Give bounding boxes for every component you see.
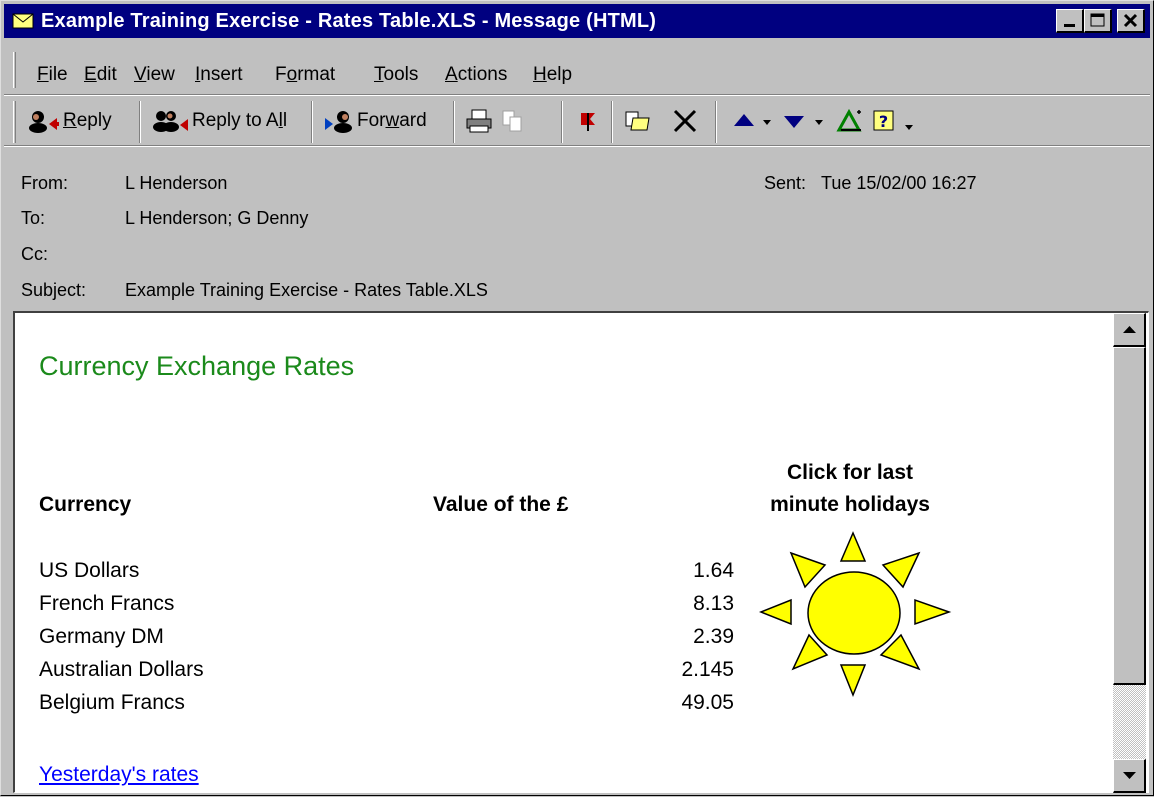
menu-view[interactable]: View — [134, 64, 175, 86]
currency-value: 1.64 — [693, 559, 734, 582]
chevron-down-icon — [905, 125, 913, 130]
toolbar-separator — [453, 101, 455, 143]
currency-column-header: Currency — [39, 493, 132, 516]
currency-name: Germany DM — [39, 625, 164, 648]
scroll-up-arrow-icon — [1123, 326, 1136, 333]
toolbar-header-divider — [4, 145, 1150, 147]
to-label: To: — [21, 208, 46, 228]
menu-toolbar-divider — [4, 94, 1150, 96]
flag-button[interactable] — [577, 102, 599, 140]
toolbar-options-dropdown[interactable] — [903, 102, 915, 140]
sent-label: Sent: — [764, 173, 807, 193]
scroll-up-button[interactable] — [1113, 313, 1146, 347]
currency-name: French Francs — [39, 592, 175, 615]
currency-name: Belgium Francs — [39, 691, 185, 714]
copy-button[interactable] — [500, 102, 526, 140]
scroll-down-arrow-icon — [1123, 772, 1136, 779]
menu-insert[interactable]: Insert — [195, 64, 243, 86]
copy-icon — [502, 110, 522, 132]
menu-file[interactable]: File — [37, 64, 68, 86]
menu-format[interactable]: Format — [275, 64, 335, 86]
currency-name: US Dollars — [39, 559, 140, 582]
move-to-folder-icon — [625, 111, 650, 131]
message-window: Example Training Exercise - Rates Table.… — [0, 0, 1154, 796]
reply-to-all-button[interactable]: Reply to All — [152, 102, 287, 140]
value-column-header: Value of the £ — [433, 493, 569, 516]
toolbar-separator — [561, 101, 563, 143]
message-body[interactable]: Currency Exchange Rates Currency Value o… — [13, 311, 1149, 793]
address-book-button[interactable] — [835, 102, 865, 140]
toolbar-separator — [611, 101, 613, 143]
toolbar-separator — [311, 101, 313, 143]
title-bar[interactable]: Example Training Exercise - Rates Table.… — [4, 4, 1150, 38]
reply-all-icon — [153, 111, 188, 132]
content-title: Currency Exchange Rates — [39, 351, 355, 381]
printer-icon — [466, 109, 492, 133]
close-button[interactable] — [1117, 9, 1145, 33]
toolbar-separator — [139, 101, 141, 143]
currency-value: 8.13 — [693, 592, 734, 615]
svg-text:?: ? — [879, 112, 888, 131]
maximize-button[interactable] — [1084, 9, 1112, 33]
to-value[interactable]: L Henderson; G Denny — [125, 208, 308, 229]
address-book-icon — [836, 108, 862, 132]
scroll-thumb[interactable] — [1113, 347, 1146, 685]
sun-icon[interactable] — [753, 531, 953, 697]
menu-help[interactable]: Help — [533, 64, 572, 86]
previous-item-button[interactable] — [731, 102, 757, 140]
toolbar-grip[interactable] — [13, 101, 16, 143]
reply-icon — [29, 111, 59, 133]
help-button[interactable]: ? — [871, 102, 897, 140]
sent-value: Tue 15/02/00 16:27 — [821, 173, 977, 193]
move-to-folder-button[interactable] — [623, 102, 653, 140]
holiday-promo-link[interactable]: Click for last minute holidays — [715, 457, 985, 521]
toolbar-separator — [715, 101, 717, 143]
subject-label: Subject: — [21, 280, 87, 300]
currency-value: 49.05 — [681, 691, 734, 714]
promo-line-2: minute holidays — [770, 493, 930, 516]
print-button[interactable] — [464, 102, 494, 140]
up-arrow-icon — [734, 114, 754, 126]
cc-label: Cc: — [21, 244, 48, 264]
menu-actions[interactable]: Actions — [445, 64, 507, 86]
chevron-down-icon — [763, 120, 771, 125]
vertical-scrollbar[interactable] — [1113, 313, 1146, 793]
menu-tools[interactable]: Tools — [374, 64, 418, 86]
scroll-track[interactable] — [1113, 685, 1146, 759]
from-value[interactable]: L Henderson — [125, 173, 227, 194]
yesterdays-rates-link[interactable]: Yesterday's rates — [39, 763, 199, 787]
previous-item-dropdown[interactable] — [761, 102, 773, 140]
forward-icon — [325, 111, 352, 133]
menu-bar — [4, 42, 1150, 92]
flag-icon — [581, 113, 595, 131]
currency-value: 2.145 — [681, 658, 734, 681]
menu-edit[interactable]: Edit — [84, 64, 117, 86]
currency-value: 2.39 — [693, 625, 734, 648]
next-item-button[interactable] — [781, 102, 807, 140]
promo-line-1: Click for last — [786, 461, 914, 484]
chevron-down-icon — [815, 120, 823, 125]
window-title: Example Training Exercise - Rates Table.… — [41, 10, 657, 32]
delete-x-icon — [673, 109, 697, 133]
envelope-icon — [12, 12, 34, 35]
subject-value: Example Training Exercise - Rates Table.… — [125, 280, 488, 300]
menu-grip[interactable] — [13, 52, 16, 88]
minimize-button[interactable] — [1056, 9, 1084, 33]
forward-button[interactable]: Forward — [323, 102, 427, 140]
down-arrow-icon — [784, 116, 804, 128]
currency-name: Australian Dollars — [39, 658, 204, 681]
delete-button[interactable] — [671, 102, 699, 140]
reply-button[interactable]: Reply — [27, 102, 112, 140]
next-item-dropdown[interactable] — [813, 102, 825, 140]
from-label: From: — [21, 173, 68, 193]
help-question-icon: ? — [873, 110, 894, 131]
scroll-down-button[interactable] — [1113, 759, 1146, 793]
